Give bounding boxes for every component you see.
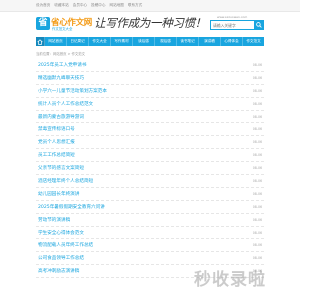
nav-item[interactable]: 作文大全	[89, 37, 111, 46]
home-icon	[37, 38, 43, 45]
article-date: 08-06	[252, 256, 262, 261]
article-link[interactable]: 禁毒宣传标语口号	[38, 126, 75, 132]
list-item: 最新内蒙古旅游导游词 08-06	[36, 111, 264, 124]
article-link[interactable]: 学生安全心得体会范文	[38, 230, 84, 236]
search-input[interactable]	[210, 20, 254, 30]
topbar-link[interactable]: 联系方式	[128, 3, 142, 8]
nav-item[interactable]: 心得体会	[221, 37, 243, 46]
article-link[interactable]: 酒店经理年终个人总结简短	[38, 178, 93, 184]
article-date: 08-06	[252, 166, 262, 171]
list-item: 物流配载人员年终工作总结 08-06	[36, 239, 264, 253]
site-header: 省 省心作文网 作文范文大全 让写作成为一种习惯！ www.sxzuowen.c…	[36, 12, 264, 34]
article-link[interactable]: 统计人员个人工作总结范文	[38, 101, 93, 107]
list-item: 幼儿园园长年终演讲 08-06	[36, 188, 264, 201]
article-link[interactable]: 物流配载人员年终工作总结	[38, 242, 93, 248]
list-item: 小学六一儿童节活动策划方案范本 08-06	[36, 85, 264, 98]
topbar-link[interactable]: 会员中心	[73, 3, 87, 8]
article-link[interactable]: 精选幽默九峰聊天技巧	[38, 75, 84, 81]
nav-item[interactable]: 读书笔记	[177, 37, 199, 46]
list-item: 2025年员工入党申请书 08-06	[36, 59, 264, 72]
topbar-link[interactable]: 投稿中心	[91, 3, 105, 8]
article-link[interactable]: 高考冲刺励志演讲稿	[38, 268, 79, 274]
article-link[interactable]: 幼儿园园长年终演讲	[38, 191, 79, 197]
site-slogan: 让写作成为一种习惯！	[94, 16, 206, 30]
list-item: 禁毒宣传标语口号 08-06	[36, 123, 264, 137]
site-logo[interactable]: 省 省心作文网 作文范文大全	[36, 16, 92, 32]
topbar-link[interactable]: 网站地图	[110, 3, 124, 8]
article-link[interactable]: 最新内蒙古旅游导游词	[38, 114, 84, 120]
article-link[interactable]: 劳动节的演讲稿	[38, 217, 70, 223]
search-button[interactable]	[254, 20, 264, 30]
article-link[interactable]: 公司食品领导工作总结	[38, 255, 84, 261]
nav-item[interactable]: 作文范文	[243, 37, 264, 46]
article-date: 08-06	[252, 204, 262, 209]
logo-mark: 省	[36, 17, 50, 30]
nav-item[interactable]: 读后感	[133, 37, 155, 46]
article-date: 08-06	[252, 178, 262, 183]
list-item: 统计人员个人工作总结范文 08-06	[36, 98, 264, 111]
article-date: 08-06	[252, 153, 262, 158]
nav-item[interactable]: 写作素材	[111, 37, 133, 46]
topbar-link[interactable]: 设为首页	[36, 3, 50, 8]
nav-item[interactable]: 演讲稿	[199, 37, 221, 46]
article-date: 08-06	[252, 217, 262, 222]
watermark: 秒收录啦	[194, 270, 266, 290]
nav-home-icon-button[interactable]	[36, 37, 45, 46]
breadcrumb: 当前位置：网站首页 > 作文范文	[36, 52, 86, 56]
article-link[interactable]: 党员个人思想汇报	[38, 139, 75, 145]
article-date: 08-06	[252, 140, 262, 145]
list-item: 酒店经理年终个人总结简短 08-06	[36, 175, 264, 188]
article-link[interactable]: 员工工作总结简短	[38, 152, 75, 158]
list-item: 父亲节的感言文案简短 08-06	[36, 162, 264, 176]
list-item: 党员个人思想汇报 08-06	[36, 136, 264, 150]
nav-item[interactable]: 观后感	[155, 37, 177, 46]
article-date: 08-06	[252, 75, 262, 80]
article-date: 08-06	[252, 62, 262, 67]
logo-tagline: 作文范文大全	[52, 27, 73, 31]
article-date: 08-06	[252, 230, 262, 235]
list-item: 公司食品领导工作总结 08-06	[36, 252, 264, 266]
search-icon	[256, 22, 262, 28]
article-date: 08-06	[252, 191, 262, 196]
nav-item[interactable]: 日记周记	[67, 37, 89, 46]
article-list: 2025年员工入党申请书 08-06 精选幽默九峰聊天技巧 08-06 小学六一儿童节活…	[36, 59, 264, 279]
top-bar: 设为首页 收藏本站 会员中心 投稿中心 网站地图 联系方式	[0, 0, 300, 12]
nav-item[interactable]: 网站首页	[45, 37, 67, 46]
article-date: 08-06	[252, 88, 262, 93]
list-item: 学生安全心得体会范文 08-06	[36, 227, 264, 240]
article-date: 08-06	[252, 243, 262, 248]
article-link[interactable]: 2025年暑假假期安全教育六问讲	[38, 204, 105, 210]
article-link[interactable]: 父亲节的感言文案简短	[38, 165, 84, 171]
article-link[interactable]: 2025年员工入党申请书	[38, 62, 86, 68]
article-link[interactable]: 小学六一儿童节活动策划方案范本	[38, 88, 107, 94]
list-item: 2025年暑假假期安全教育六问讲 08-06	[36, 201, 264, 214]
search-box	[210, 20, 264, 30]
article-date: 08-06	[252, 101, 262, 106]
main-nav: 网站首页 日记周记 作文大全 写作素材 读后感 观后感 读书笔记 演讲稿 心得体会 作文范文	[36, 37, 264, 46]
search-area: www.sxzuowen.com	[210, 15, 264, 30]
topbar-link[interactable]: 收藏本站	[54, 3, 68, 8]
article-date: 08-06	[252, 127, 262, 132]
article-date: 08-06	[252, 114, 262, 119]
list-item: 员工工作总结简短 08-06	[36, 149, 264, 163]
list-item: 劳动节的演讲稿 08-06	[36, 214, 264, 227]
list-item: 精选幽默九峰聊天技巧 08-06	[36, 72, 264, 85]
